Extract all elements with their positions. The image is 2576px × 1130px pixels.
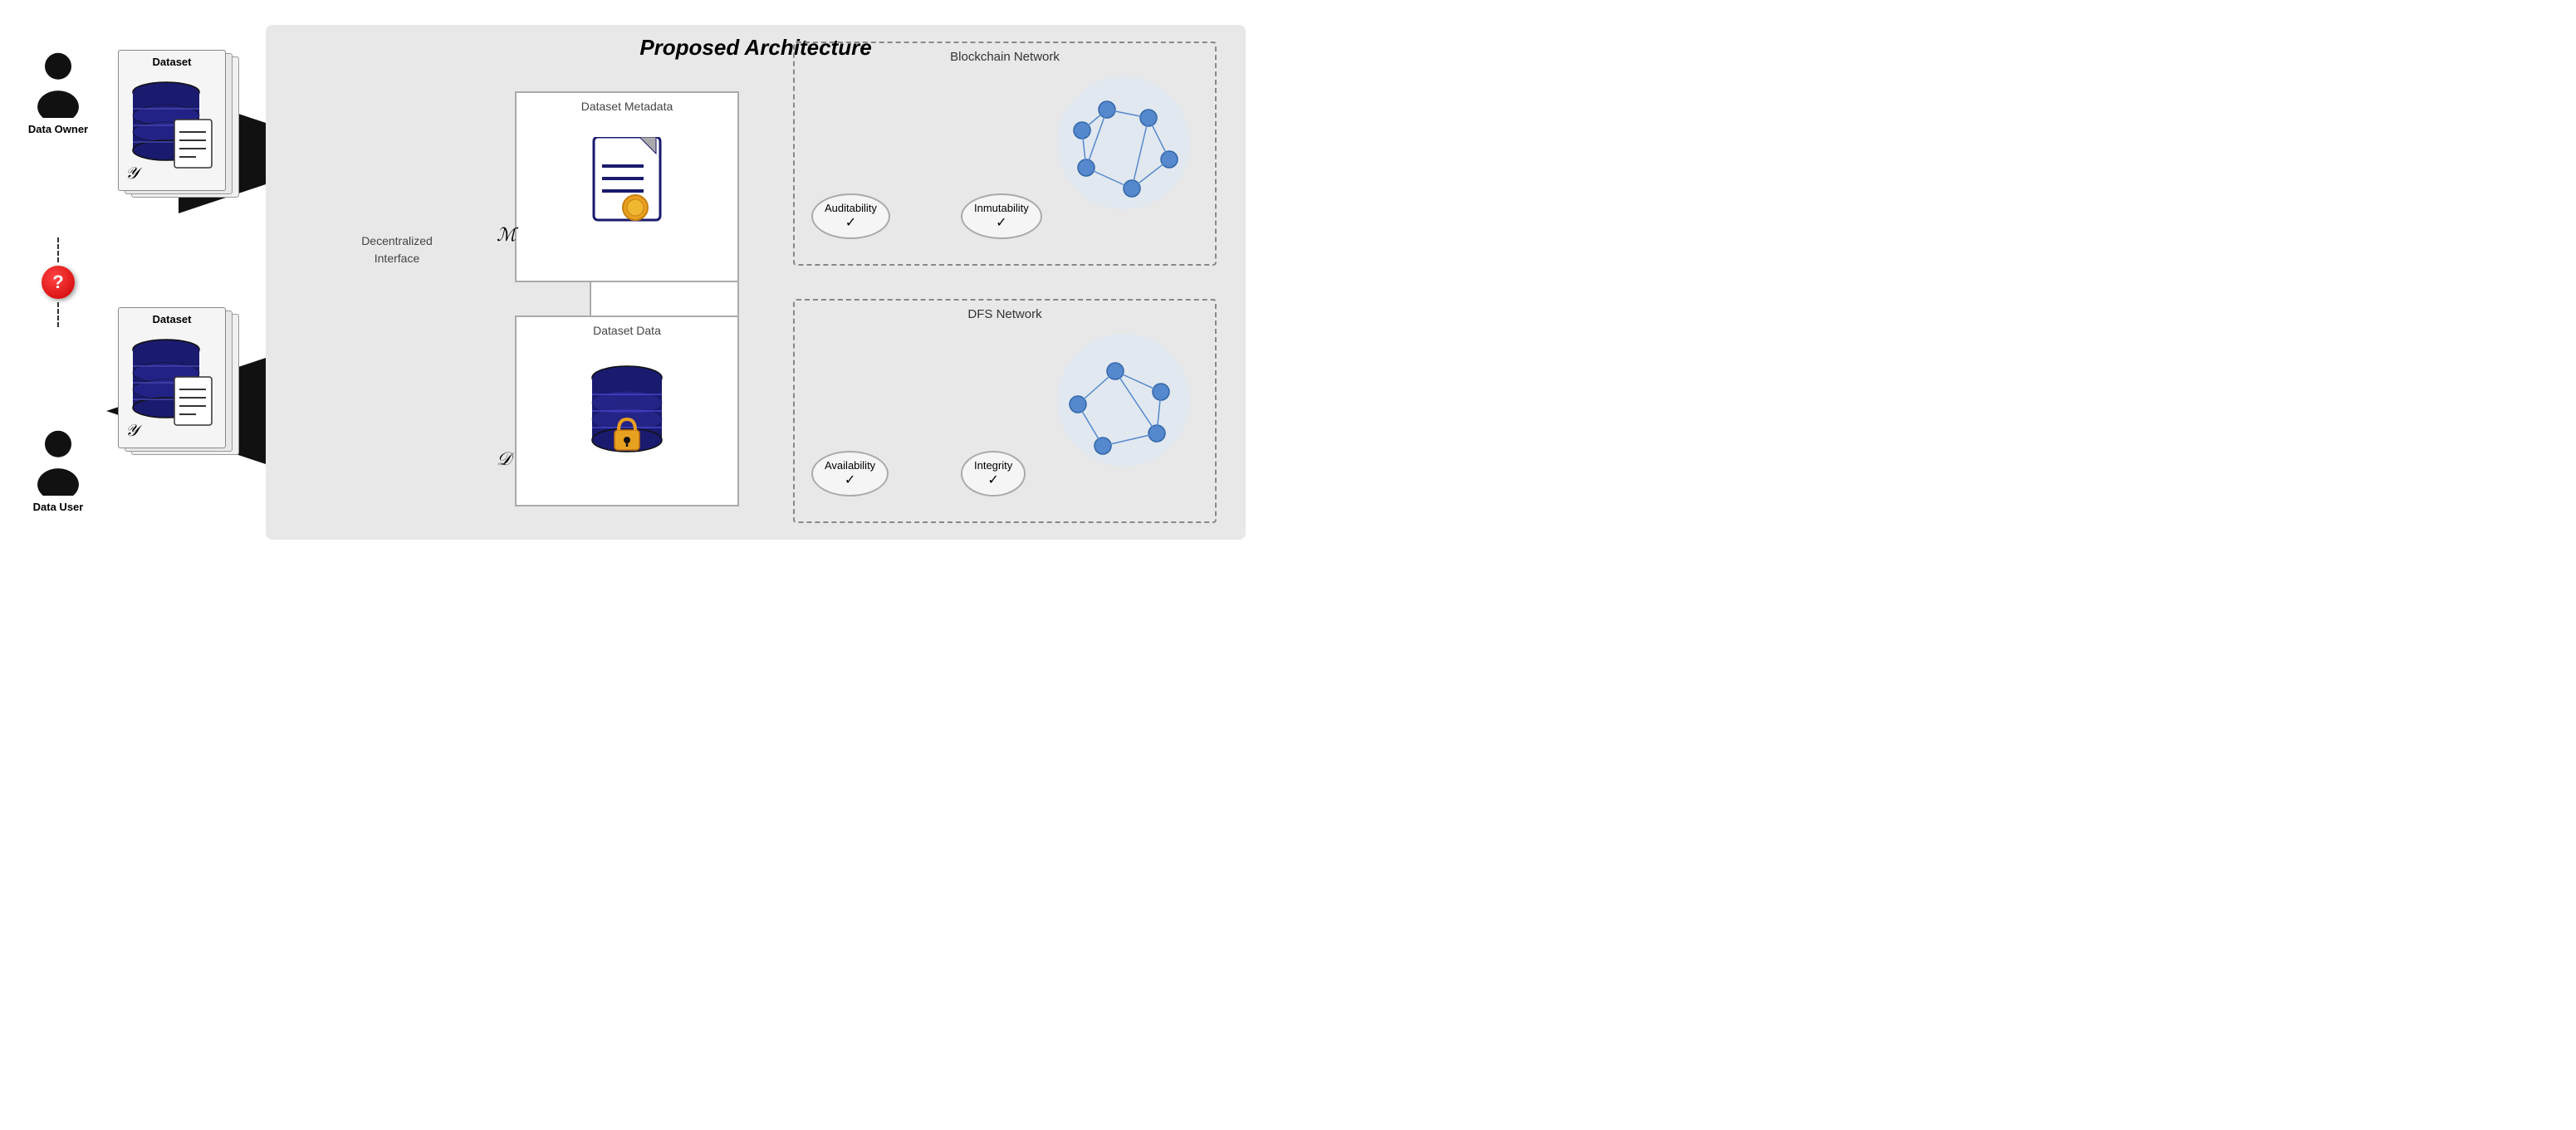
top-dataset: Dataset [116,50,249,216]
auditability-check: ✓ [845,216,856,230]
blockchain-network-title: Blockchain Network [795,43,1215,71]
question-connector: ? [42,237,75,327]
blockchain-network-box: Blockchain Network [793,42,1217,266]
integrity-label: Integrity ✓ [961,451,1026,497]
data-user-figure: Data User [29,429,87,513]
data-owner-label: Data Owner [28,123,88,135]
bottom-dataset-math: 𝒴 [125,422,139,441]
card-page-1: Dataset [118,50,226,191]
metadata-doc-icon [590,137,664,237]
dfs-network-box: DFS Network Availability [793,299,1217,523]
inmutability-label: Inmutability ✓ [961,193,1042,239]
question-bubble: ? [42,266,75,299]
data-db-wrapper [517,340,737,482]
integrity-check: ✓ [987,473,998,487]
data-owner-figure: Data Owner [28,51,88,135]
data-title: Dataset Data [517,317,737,340]
metadata-title: Dataset Metadata [517,93,737,116]
metadata-math-label: ℳ [497,224,517,246]
top-dataset-math: 𝒴 [125,164,139,183]
dashed-line-bottom [57,302,59,327]
architecture-box: Proposed Architecture DecentralizedInter… [266,25,1246,540]
top-dataset-title: Dataset [119,56,225,68]
inmutability-check: ✓ [996,216,1006,230]
blockchain-network-graph [1041,68,1207,218]
availability-check: ✓ [845,473,855,487]
left-panel: Data Owner ? Data User [0,0,116,565]
bottom-card-page-1: Dataset 𝒴 [118,307,226,448]
data-db-icon [585,357,668,465]
data-math-label: 𝒟 [497,448,512,470]
dfs-network-title: DFS Network [795,301,1215,328]
metadata-box: Dataset Metadata [515,91,739,282]
data-user-label: Data User [33,501,84,513]
auditability-label: Auditability ✓ [811,193,890,239]
diagram-container: Data Owner ? Data User Dataset [0,0,1288,565]
availability-label: Availability ✓ [811,451,889,497]
data-owner-icon [29,51,87,118]
dashed-line-top [57,237,59,262]
bottom-dataset-title: Dataset [119,313,225,325]
data-user-icon [29,429,87,496]
data-box: Dataset Data [515,316,739,506]
metadata-doc-wrapper [517,116,737,257]
interface-label: DecentralizedInterface [322,232,472,267]
bottom-dataset: Dataset 𝒴 [116,307,249,473]
dfs-network-graph [1041,325,1207,475]
